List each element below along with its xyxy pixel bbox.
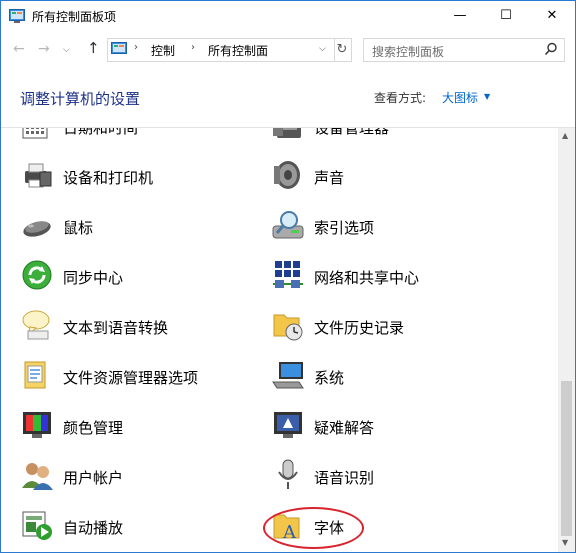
microphone-icon [278,459,298,489]
system-icon [272,362,304,389]
cp-item-sync-center[interactable]: 同步中心 [20,256,260,296]
printer-icon [25,163,52,188]
item-label: 同步中心 [63,269,124,287]
address-bar[interactable]: › 控制 › 所有控制面 ⌵ [107,38,335,62]
navigation-bar: ← → ⌵ ↑ › 控制 › 所有控制面 ⌵ ↻ 搜索控制面板 [1,32,575,66]
breadcrumb-item[interactable]: 所有控制面 [208,42,268,59]
autoplay-icon [22,511,52,540]
speaker-icon [274,161,300,189]
dropdown-arrow-icon[interactable]: ▼ [484,92,490,101]
control-panel-app-icon [9,9,25,23]
item-label: 语音识别 [314,469,375,487]
mouse-icon [23,221,51,237]
cp-item-device-manager[interactable]: 设备管理器 [271,128,511,146]
calendar-icon [22,128,48,139]
color-management-icon [23,412,51,438]
breadcrumb-separator[interactable]: › [191,42,195,53]
vertical-scrollbar[interactable]: ▲ ▼ [558,128,575,552]
item-label: 设备管理器 [314,128,390,137]
breadcrumb-separator[interactable]: › [134,42,138,53]
cp-item-file-explorer-options[interactable]: 文件资源管理器选项 [20,356,260,396]
scroll-up-arrow[interactable]: ▲ [562,131,568,140]
troubleshooting-icon [274,412,302,438]
item-label: 文件历史记录 [314,319,405,337]
view-by-dropdown[interactable]: 大图标 [442,89,478,106]
chevron-down-icon[interactable]: ⌵ [319,44,326,54]
cp-item-sound[interactable]: 声音 [271,156,511,196]
minimize-button[interactable]: — [437,1,483,31]
title-bar: 所有控制面板项 — ☐ ✕ [1,1,575,31]
item-label: 设备和打印机 [63,169,154,187]
item-label: 自动播放 [63,519,124,537]
item-label: 疑难解答 [314,419,375,437]
close-button[interactable]: ✕ [529,1,575,31]
item-label: 日期和时间 [63,128,139,137]
speech-bubble-icon [22,310,50,340]
cp-item-date-time[interactable]: 日期和时间 [20,128,260,146]
forward-button[interactable]: → [38,41,50,57]
cp-item-system[interactable]: 系统 [271,356,511,396]
recent-locations-button[interactable]: ⌵ [63,45,70,55]
cp-item-text-to-speech[interactable]: 文本到语音转换 [20,306,260,346]
item-label: 网络和共享中心 [314,269,420,287]
cp-item-autoplay[interactable]: 自动播放 [20,506,260,546]
items-grid: 日期和时间 设备和打印机 鼠标 同步中心 文本到语音转换 文件资源管理器选项 颜… [1,128,575,552]
refresh-button[interactable]: ↻ [333,38,352,62]
highlight-ellipse [263,507,364,549]
cp-item-speech-recognition[interactable]: 语音识别 [271,456,511,496]
item-label: 声音 [314,169,345,187]
back-button[interactable]: ← [13,41,25,57]
indexing-icon [272,211,304,239]
cp-item-network-sharing[interactable]: 网络和共享中心 [271,256,511,296]
item-label: 文本到语音转换 [63,319,169,337]
sync-center-icon [22,260,52,290]
maximize-button[interactable]: ☐ [483,1,529,31]
user-accounts-icon [22,463,53,490]
folder-options-icon [24,361,46,389]
cp-item-user-accounts[interactable]: 用户帐户 [20,456,260,496]
cp-item-devices-printers[interactable]: 设备和打印机 [20,156,260,196]
file-history-icon [273,314,303,341]
view-by-label: 查看方式: [374,91,427,105]
control-panel-window: 所有控制面板项 — ☐ ✕ ← → ⌵ ↑ › 控制 › 所有控制面 ⌵ ↻ 搜… [0,0,576,553]
item-label: 文件资源管理器选项 [63,369,199,387]
content-header: 调整计算机的设置 查看方式: 大图标 ▼ [1,67,575,128]
window-title: 所有控制面板项 [32,10,117,24]
page-title: 调整计算机的设置 [20,90,141,108]
cp-item-file-history[interactable]: 文件历史记录 [271,306,511,346]
cp-item-troubleshooting[interactable]: 疑难解答 [271,406,511,446]
cp-item-indexing-options[interactable]: 索引选项 [271,206,511,246]
search-input[interactable]: 搜索控制面板 [372,43,444,60]
scrollbar-thumb[interactable] [561,381,572,536]
item-label: 系统 [314,369,345,387]
search-icon[interactable] [544,42,558,56]
cp-item-mouse[interactable]: 鼠标 [20,206,260,246]
control-panel-icon [111,42,127,54]
item-label: 索引选项 [314,219,375,237]
item-label: 颜色管理 [63,419,124,437]
breadcrumb-item[interactable]: 控制 [151,42,175,59]
item-label: 鼠标 [63,219,94,237]
scroll-down-arrow[interactable]: ▼ [562,538,568,547]
search-box[interactable]: 搜索控制面板 [363,38,565,62]
device-manager-icon [273,128,301,138]
up-button[interactable]: ↑ [87,39,100,57]
cp-item-color-management[interactable]: 颜色管理 [20,406,260,446]
item-label: 用户帐户 [63,469,124,487]
network-icon [273,261,303,288]
